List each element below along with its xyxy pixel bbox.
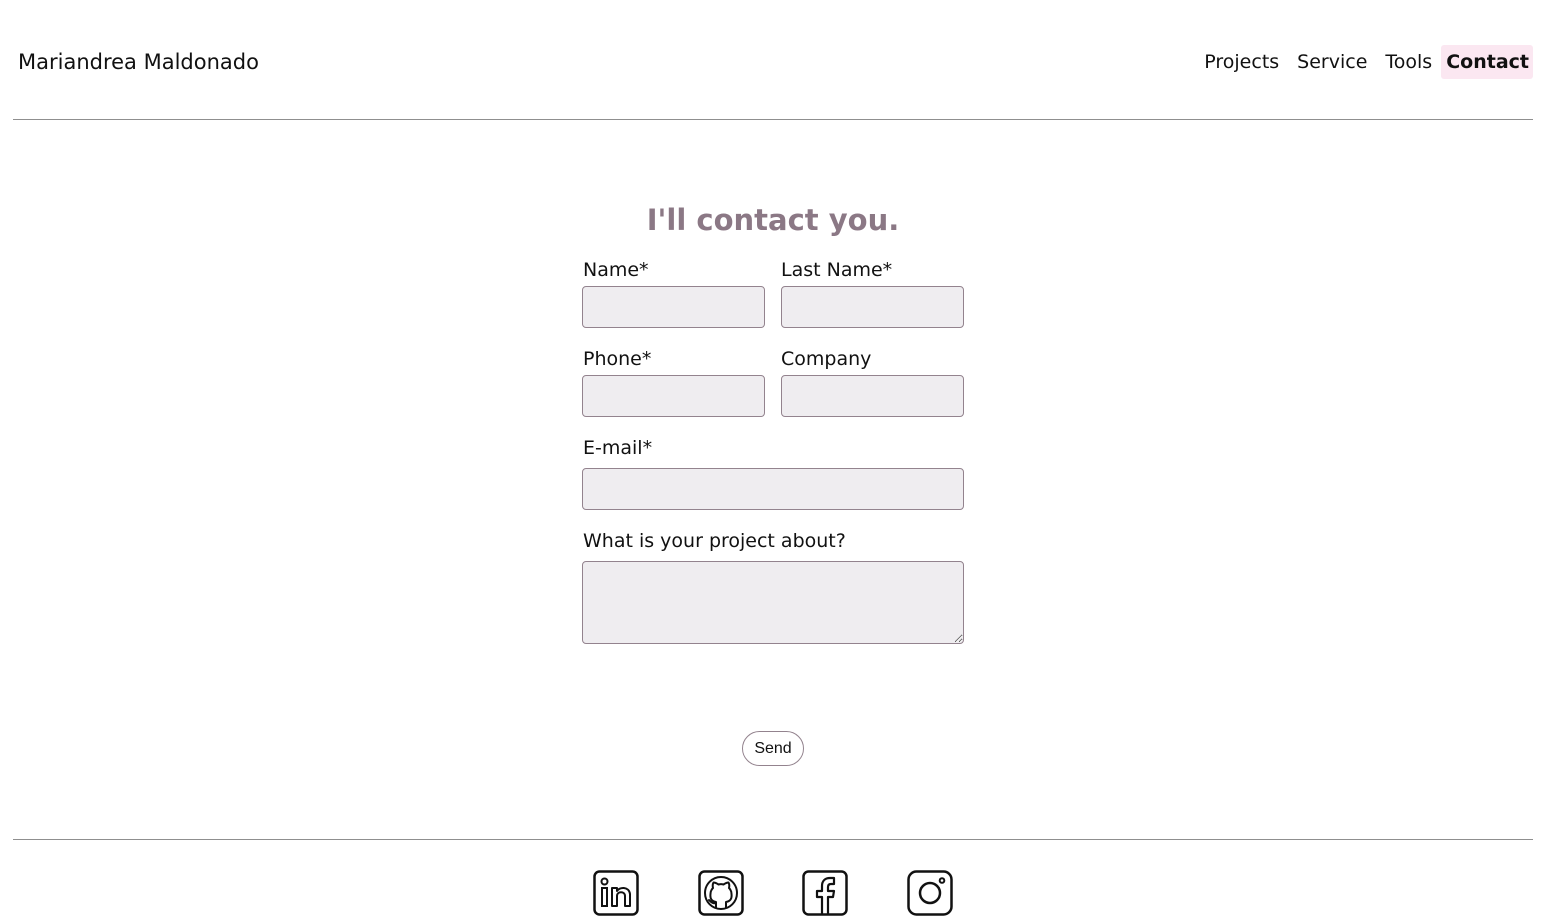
nav-item-service[interactable]: Service [1288, 45, 1376, 79]
project-label: What is your project about? [583, 530, 846, 552]
instagram-icon[interactable] [907, 870, 953, 916]
github-icon[interactable] [698, 870, 744, 916]
company-field[interactable] [781, 375, 964, 417]
company-label: Company [781, 348, 872, 370]
linkedin-icon[interactable] [593, 870, 639, 916]
nav-item-projects[interactable]: Projects [1195, 45, 1288, 79]
contact-form: I'll contact you. [582, 200, 964, 240]
site-brand[interactable]: Mariandrea Maldonado [18, 50, 259, 74]
name-label: Name* [583, 259, 649, 281]
header-divider [13, 119, 1533, 120]
footer-divider [13, 839, 1533, 840]
facebook-icon[interactable] [802, 870, 848, 916]
nav-item-contact[interactable]: Contact [1441, 45, 1533, 79]
send-button[interactable]: Send [742, 731, 804, 766]
site-header: Mariandrea Maldonado Projects Service To… [0, 0, 1546, 119]
last-name-field[interactable] [781, 286, 964, 328]
name-field[interactable] [582, 286, 765, 328]
email-field[interactable] [582, 468, 964, 510]
main-nav: Projects Service Tools Contact [1195, 45, 1533, 79]
project-textarea[interactable] [582, 561, 964, 644]
nav-item-tools[interactable]: Tools [1376, 45, 1441, 79]
last-name-label: Last Name* [781, 259, 893, 281]
phone-field[interactable] [582, 375, 765, 417]
form-title: I'll contact you. [646, 203, 900, 237]
phone-label: Phone* [583, 348, 652, 370]
email-label: E-mail* [583, 437, 653, 459]
